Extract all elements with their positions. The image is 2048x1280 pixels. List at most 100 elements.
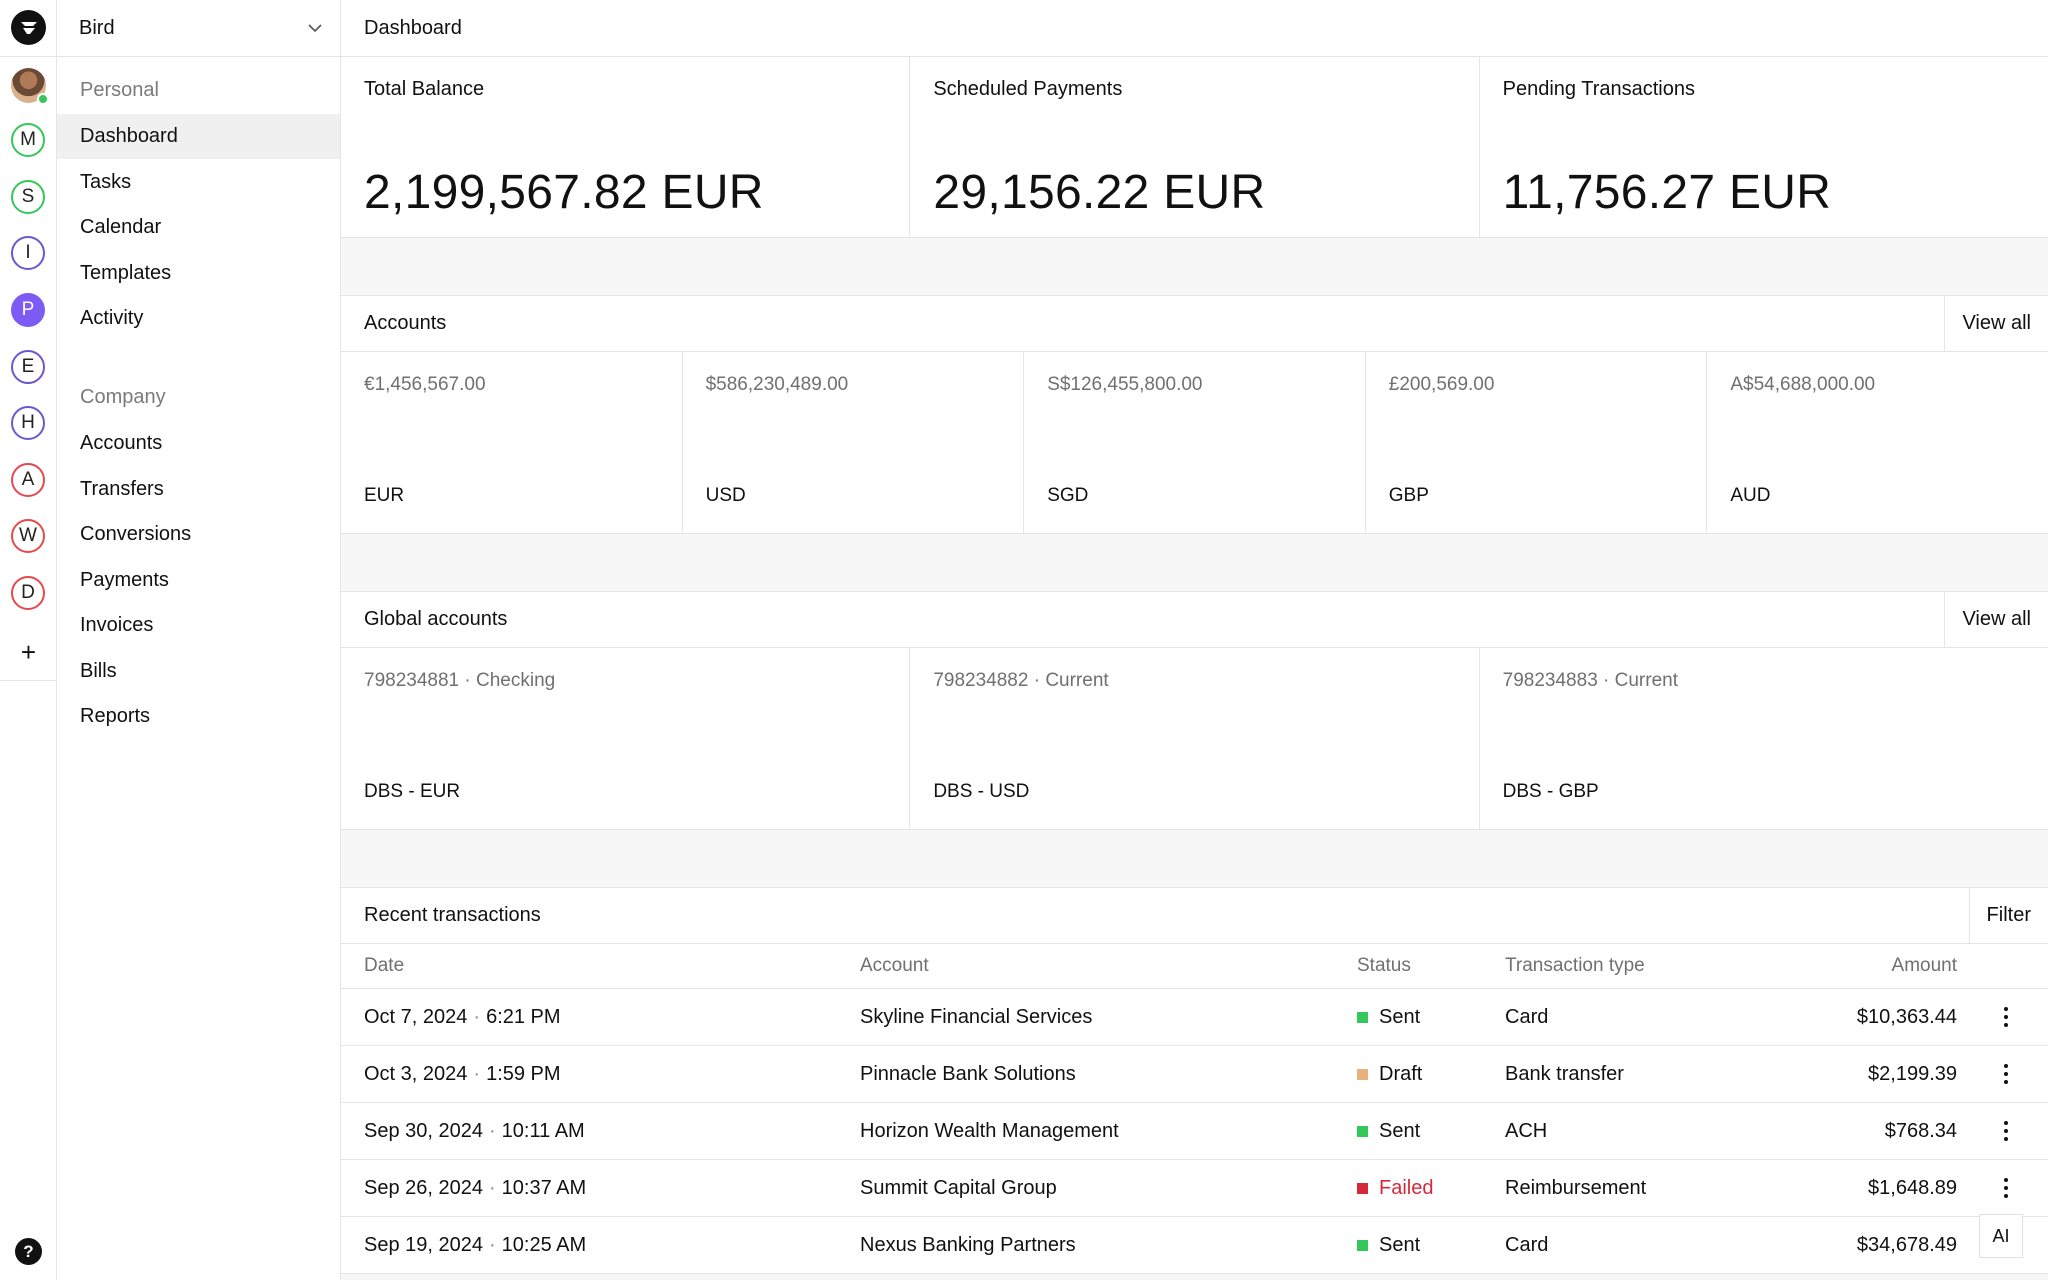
org-switcher[interactable]: Bird: [57, 0, 341, 57]
transactions-header: Recent transactions Filter: [341, 887, 2048, 944]
workspace-i-button[interactable]: I: [11, 236, 45, 270]
sidebar-item-transfers[interactable]: Transfers: [57, 467, 340, 512]
sidebar-item-invoices[interactable]: Invoices: [57, 603, 340, 648]
status-badge: Failed: [1357, 1160, 1433, 1216]
transaction-account: Nexus Banking Partners: [860, 1233, 1076, 1256]
status-badge: Sent: [1357, 989, 1420, 1045]
logo-mark-icon: [20, 21, 37, 34]
account-balance: A$54,688,000.00: [1730, 374, 1876, 395]
stat-value: 11,756.27 EUR: [1502, 166, 1832, 219]
status-text: Sent: [1379, 1119, 1421, 1142]
column-header-amount[interactable]: Amount: [1892, 944, 1957, 988]
sidebar-item-templates[interactable]: Templates: [57, 251, 340, 296]
row-more-menu-button[interactable]: [2001, 1103, 2011, 1159]
more-vertical-icon: [2004, 1007, 2008, 1027]
sidebar-item-bills[interactable]: Bills: [57, 649, 340, 694]
row-more-menu-button[interactable]: [2001, 989, 2011, 1045]
chevron-down-icon: [308, 24, 322, 33]
account-currency: GBP: [1388, 485, 1429, 506]
transaction-date: Sep 26, 2024 · 10:37 AM: [364, 1160, 586, 1216]
separator-dot: ·: [489, 1119, 496, 1142]
global-account-card[interactable]: 798234883 · Current DBS - GBP: [1480, 648, 2048, 829]
workspace-d-button[interactable]: D: [11, 576, 45, 610]
table-row[interactable]: Oct 3, 2024 · 1:59 PM Pinnacle Bank Solutio…: [341, 1046, 2048, 1103]
stat-label: Scheduled Payments: [933, 78, 1123, 100]
account-name: DBS - EUR: [364, 781, 461, 802]
table-row[interactable]: Oct 7, 2024 · 6:21 PM Skyline Financial Ser…: [341, 989, 2048, 1046]
stat-card[interactable]: Pending Transactions 11,756.27 EUR: [1480, 57, 2048, 237]
global-account-card[interactable]: 798234881 · Checking DBS - EUR: [341, 648, 911, 829]
transaction-type: Reimbursement: [1505, 1176, 1647, 1199]
account-card[interactable]: S$126,455,800.00 SGD: [1024, 352, 1366, 533]
transaction-date: Oct 3, 2024 · 1:59 PM: [364, 1046, 561, 1102]
status-square-icon: [1357, 1011, 1368, 1023]
workspace-h-button[interactable]: H: [11, 406, 45, 440]
sidebar-item-payments[interactable]: Payments: [57, 558, 340, 603]
ai-assistant-button[interactable]: AI: [1979, 1214, 2023, 1258]
account-balance: S$126,455,800.00: [1047, 374, 1203, 395]
status-text: Draft: [1379, 1062, 1423, 1085]
sidebar-item-reports[interactable]: Reports: [57, 694, 340, 739]
workspace-e-button[interactable]: E: [11, 350, 45, 384]
table-header-row: Date Account Status Transaction type Amo…: [341, 944, 2048, 989]
table-row[interactable]: Sep 30, 2024 · 10:11 AM Horizon Wealth Mana…: [341, 1103, 2048, 1160]
workspace-s-button[interactable]: S: [11, 180, 45, 214]
sidebar-item-calendar[interactable]: Calendar: [57, 205, 340, 250]
row-more-menu-button[interactable]: [2001, 1160, 2011, 1216]
stat-card[interactable]: Total Balance 2,199,567.82 EUR: [341, 57, 911, 237]
sidebar-item-dashboard[interactable]: Dashboard: [57, 114, 340, 159]
sidebar-item-conversions[interactable]: Conversions: [57, 512, 340, 557]
stat-card[interactable]: Scheduled Payments 29,156.22 EUR: [910, 57, 1480, 237]
column-header-date[interactable]: Date: [364, 944, 404, 988]
transaction-amount: $10,363.44: [1856, 1005, 1957, 1028]
account-balance: €1,456,567.00: [364, 374, 486, 395]
section-label-personal: Personal: [80, 79, 159, 101]
table-row[interactable]: Sep 26, 2024 · 10:37 AM Summit Capital Grou…: [341, 1160, 2048, 1217]
section-label-company: Company: [80, 386, 166, 408]
section-title: Accounts: [364, 312, 447, 334]
workspace-w-button[interactable]: W: [11, 519, 45, 553]
status-text: Sent: [1379, 1005, 1421, 1028]
workspace-p-button[interactable]: P: [11, 293, 45, 327]
account-card[interactable]: $586,230,489.00 USD: [683, 352, 1025, 533]
global-account-card[interactable]: 798234882 · Current DBS - USD: [910, 648, 1480, 829]
row-more-menu-button[interactable]: [2001, 1046, 2011, 1102]
account-card[interactable]: £200,569.00 GBP: [1366, 352, 1708, 533]
workspace-a-button[interactable]: A: [11, 463, 45, 497]
help-icon[interactable]: ?: [15, 1238, 42, 1265]
account-card[interactable]: €1,456,567.00 EUR: [341, 352, 683, 533]
time-text: 1:59 PM: [486, 1062, 561, 1085]
transactions-table: Date Account Status Transaction type Amo…: [341, 944, 2048, 1274]
account-currency: SGD: [1047, 485, 1089, 506]
column-header-account[interactable]: Account: [860, 944, 929, 988]
stat-label: Total Balance: [364, 78, 485, 100]
transaction-account: Pinnacle Bank Solutions: [860, 1062, 1076, 1085]
sidebar-item-tasks[interactable]: Tasks: [57, 160, 340, 205]
account-currency: AUD: [1730, 485, 1771, 506]
sidebar-item-accounts[interactable]: Accounts: [57, 421, 340, 466]
sidebar: Bird Personal Dashboard Tasks Calendar Temp…: [57, 0, 341, 1280]
date-text: Oct 7, 2024: [364, 1005, 468, 1028]
more-vertical-icon: [2004, 1064, 2008, 1084]
column-header-status[interactable]: Status: [1357, 944, 1411, 988]
user-avatar[interactable]: [11, 68, 49, 105]
account-number: 798234883 · Current: [1502, 670, 1678, 691]
add-workspace-button[interactable]: +: [14, 637, 43, 667]
table-row[interactable]: Sep 19, 2024 · 10:25 AM Nexus Banking Partn…: [341, 1217, 2048, 1274]
time-text: 6:21 PM: [486, 1005, 561, 1028]
workspace-m-button[interactable]: M: [11, 123, 45, 157]
time-text: 10:11 AM: [501, 1119, 585, 1142]
account-currency: EUR: [364, 485, 405, 506]
transaction-date: Oct 7, 2024 · 6:21 PM: [364, 989, 561, 1045]
status-badge: Draft: [1357, 1046, 1422, 1102]
status-text: Sent: [1379, 1233, 1421, 1256]
account-card[interactable]: A$54,688,000.00 AUD: [1707, 352, 2048, 533]
column-header-type[interactable]: Transaction type: [1505, 944, 1645, 988]
view-all-global-accounts-button[interactable]: View all: [1944, 592, 2048, 647]
view-all-accounts-button[interactable]: View all: [1944, 296, 2048, 351]
filter-button[interactable]: Filter: [1968, 888, 2048, 943]
transaction-type: Bank transfer: [1505, 1062, 1624, 1085]
separator-dot: ·: [489, 1233, 496, 1256]
app-logo-icon[interactable]: [11, 10, 46, 45]
sidebar-item-activity[interactable]: Activity: [57, 296, 340, 341]
